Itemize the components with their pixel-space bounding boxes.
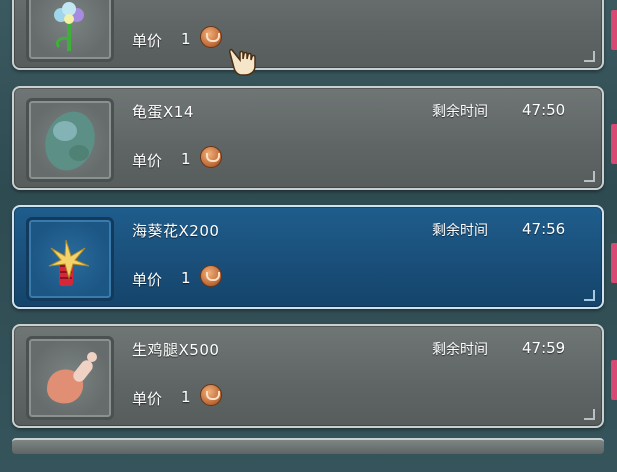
price-value: 1 bbox=[181, 150, 191, 168]
list-item-sea-anemone[interactable]: 海葵花X200 剩余时间 47:56 单价 1 bbox=[12, 205, 604, 309]
remaining-time-value: 47:59 bbox=[522, 339, 566, 357]
price-label: 单价 bbox=[132, 152, 163, 170]
item-thumbnail bbox=[26, 98, 114, 182]
item-thumbnail bbox=[26, 336, 114, 420]
market-listing-panel: 单价 1 龟蛋X14 剩余时间 47:50 单价 1 海葵花X200 剩余时间 … bbox=[0, 0, 617, 472]
coin-icon bbox=[200, 146, 222, 168]
remaining-time-value: 47:50 bbox=[522, 101, 566, 119]
remaining-time-value: 47:56 bbox=[522, 220, 566, 238]
item-thumbnail bbox=[26, 0, 114, 62]
side-tab[interactable] bbox=[611, 360, 617, 400]
price-value: 1 bbox=[181, 388, 191, 406]
side-tab[interactable] bbox=[611, 10, 617, 50]
coin-icon bbox=[200, 384, 222, 406]
remaining-time-label: 剩余时间 bbox=[432, 104, 488, 120]
sea-anemone-flower-icon bbox=[48, 239, 90, 286]
turtle-egg-icon bbox=[45, 111, 95, 171]
price-label: 单价 bbox=[132, 390, 163, 408]
item-name: 海葵花X200 bbox=[132, 222, 220, 240]
coin-icon bbox=[200, 26, 222, 48]
corner-expand-icon[interactable] bbox=[584, 409, 595, 420]
price-label: 单价 bbox=[132, 32, 163, 50]
corner-expand-icon[interactable] bbox=[584, 290, 595, 301]
list-item-raw-chicken-leg[interactable]: 生鸡腿X500 剩余时间 47:59 单价 1 bbox=[12, 324, 604, 428]
coin-icon bbox=[200, 265, 222, 287]
pointer-hand-icon bbox=[229, 48, 256, 76]
list-item-turtle-egg[interactable]: 龟蛋X14 剩余时间 47:50 单价 1 bbox=[12, 86, 604, 190]
price-label: 单价 bbox=[132, 271, 163, 289]
corner-expand-icon[interactable] bbox=[584, 171, 595, 182]
price-value: 1 bbox=[181, 30, 191, 48]
remaining-time-label: 剩余时间 bbox=[432, 223, 488, 239]
list-item-flower[interactable]: 单价 1 bbox=[12, 0, 604, 70]
side-tab[interactable] bbox=[611, 124, 617, 164]
item-name: 生鸡腿X500 bbox=[132, 341, 220, 359]
corner-expand-icon[interactable] bbox=[584, 51, 595, 62]
item-name: 龟蛋X14 bbox=[132, 103, 194, 121]
raw-chicken-leg-icon bbox=[47, 352, 97, 404]
price-value: 1 bbox=[181, 269, 191, 287]
remaining-time-label: 剩余时间 bbox=[432, 342, 488, 358]
item-thumbnail bbox=[26, 217, 114, 301]
side-tab[interactable] bbox=[611, 243, 617, 283]
next-item-edge bbox=[12, 438, 604, 454]
flower-icon bbox=[54, 2, 84, 51]
